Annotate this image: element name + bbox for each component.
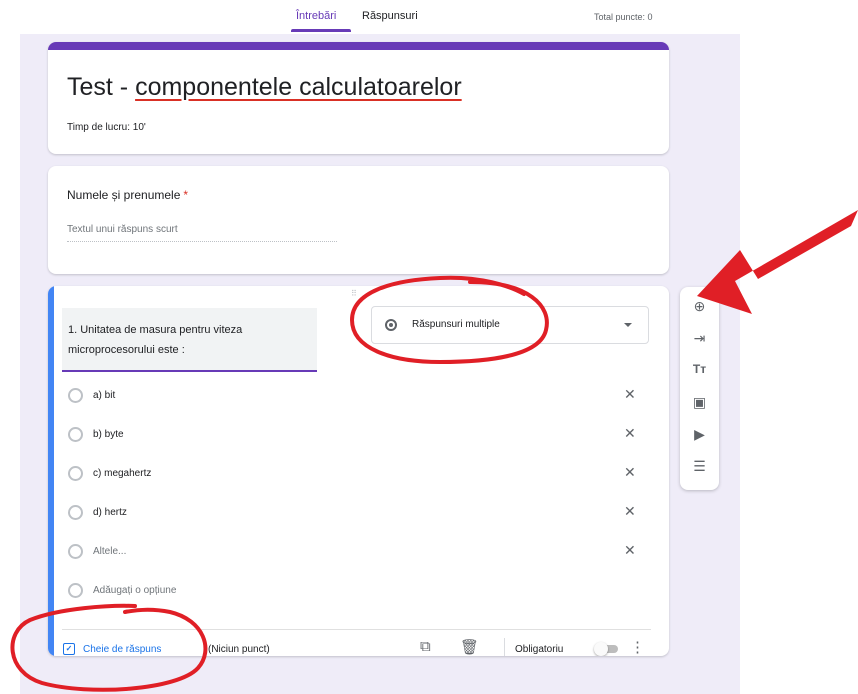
question-text: 1. Unitatea de masura pentru viteza micr… [68,320,242,360]
radio-icon [68,427,83,442]
option-label[interactable]: a) bit [93,390,115,401]
add-title-icon[interactable]: Tт [680,362,719,376]
callout-label: Adauga item [749,206,831,263]
form-title-main: componentele calculatoarelor [135,73,462,101]
form-title-prefix: Test - [67,73,136,101]
remove-option-icon[interactable]: ✕ [624,425,636,442]
required-asterisk: * [183,188,189,202]
question-type-dropdown[interactable]: Răspunsuri multiple [371,306,649,344]
floating-toolbar: ⊕ ⇥ Tт ▣ ▶ ☰ [680,287,719,490]
answer-key-icon[interactable]: ✓ [63,643,75,655]
option-label[interactable]: b) byte [93,429,124,440]
form-title[interactable]: Test - componentele calculatoarelor [67,73,462,102]
remove-option-icon[interactable]: ✕ [624,386,636,403]
remove-option-icon[interactable]: ✕ [624,542,636,559]
active-indicator-bar [48,286,54,656]
option-row[interactable]: b) byte ✕ [68,425,648,445]
form-description[interactable]: Timp de lucru: 10' [67,122,146,133]
footer-divider [62,629,651,630]
remove-option-icon[interactable]: ✕ [624,503,636,520]
points-label: (Niciun punct) [208,644,270,655]
answer-key-button[interactable]: Cheie de răspuns [83,644,161,655]
more-options-icon[interactable]: ⋮ [630,638,645,656]
option-row-other[interactable]: Altele... ✕ [68,542,648,562]
add-video-icon[interactable]: ▶ [680,426,719,443]
form-title-card[interactable]: Test - componentele calculatoarelor Timp… [48,42,669,154]
question-footer: ✓ Cheie de răspuns (Niciun punct) ⧉ 🗑 Ob… [48,638,669,656]
total-points: Total puncte: 0 [594,12,653,22]
radio-icon [68,466,83,481]
option-label[interactable]: Altele... [93,546,126,557]
tab-questions[interactable]: Întrebări [296,10,336,22]
add-option-row[interactable]: Adăugați o opțiune [68,581,648,601]
required-label: Obligatoriu [515,644,564,655]
question-label: Numele și prenumele [67,188,181,202]
multiple-choice-icon [385,319,397,331]
option-row[interactable]: c) megahertz ✕ [68,464,648,484]
footer-separator [504,638,505,656]
radio-icon [68,583,83,598]
top-tab-bar: Întrebări Răspunsuri Total puncte: 0 [0,0,858,34]
radio-icon [68,505,83,520]
import-questions-icon[interactable]: ⇥ [680,330,719,347]
delete-icon[interactable]: 🗑 [460,638,479,656]
add-image-icon[interactable]: ▣ [680,394,719,411]
short-answer-placeholder: Textul unui răspuns scurt [67,224,337,242]
add-section-icon[interactable]: ☰ [680,458,719,475]
toggle-knob [594,642,608,656]
tab-responses[interactable]: Răspunsuri [362,10,418,22]
add-question-icon[interactable]: ⊕ [680,298,719,315]
question-type-label: Răspunsuri multiple [412,319,500,330]
question-text-line: microprocesorului este : [68,344,185,356]
question-text-line: 1. Unitatea de masura pentru viteza [68,324,243,336]
drag-handle-icon[interactable]: ⠿ [351,289,358,298]
add-option-label[interactable]: Adăugați o opțiune [93,585,176,596]
active-question-card[interactable]: ⠿ 1. Unitatea de masura pentru viteza mi… [48,286,669,656]
radio-icon [68,388,83,403]
remove-option-icon[interactable]: ✕ [624,464,636,481]
name-question-card[interactable]: Numele și prenumele * Textul unui răspuns… [48,166,669,274]
active-tab-indicator [291,29,351,32]
option-label[interactable]: c) megahertz [93,468,151,479]
option-label[interactable]: d) hertz [93,507,127,518]
duplicate-icon[interactable]: ⧉ [420,638,431,655]
question-text-input[interactable]: 1. Unitatea de masura pentru viteza micr… [62,308,317,372]
option-row[interactable]: d) hertz ✕ [68,503,648,523]
required-toggle[interactable] [594,642,618,656]
radio-icon [68,544,83,559]
question-title: Numele și prenumele * [67,188,188,202]
option-row[interactable]: a) bit ✕ [68,386,648,406]
dropdown-arrow-icon [624,323,632,327]
title-accent-bar [48,42,669,50]
